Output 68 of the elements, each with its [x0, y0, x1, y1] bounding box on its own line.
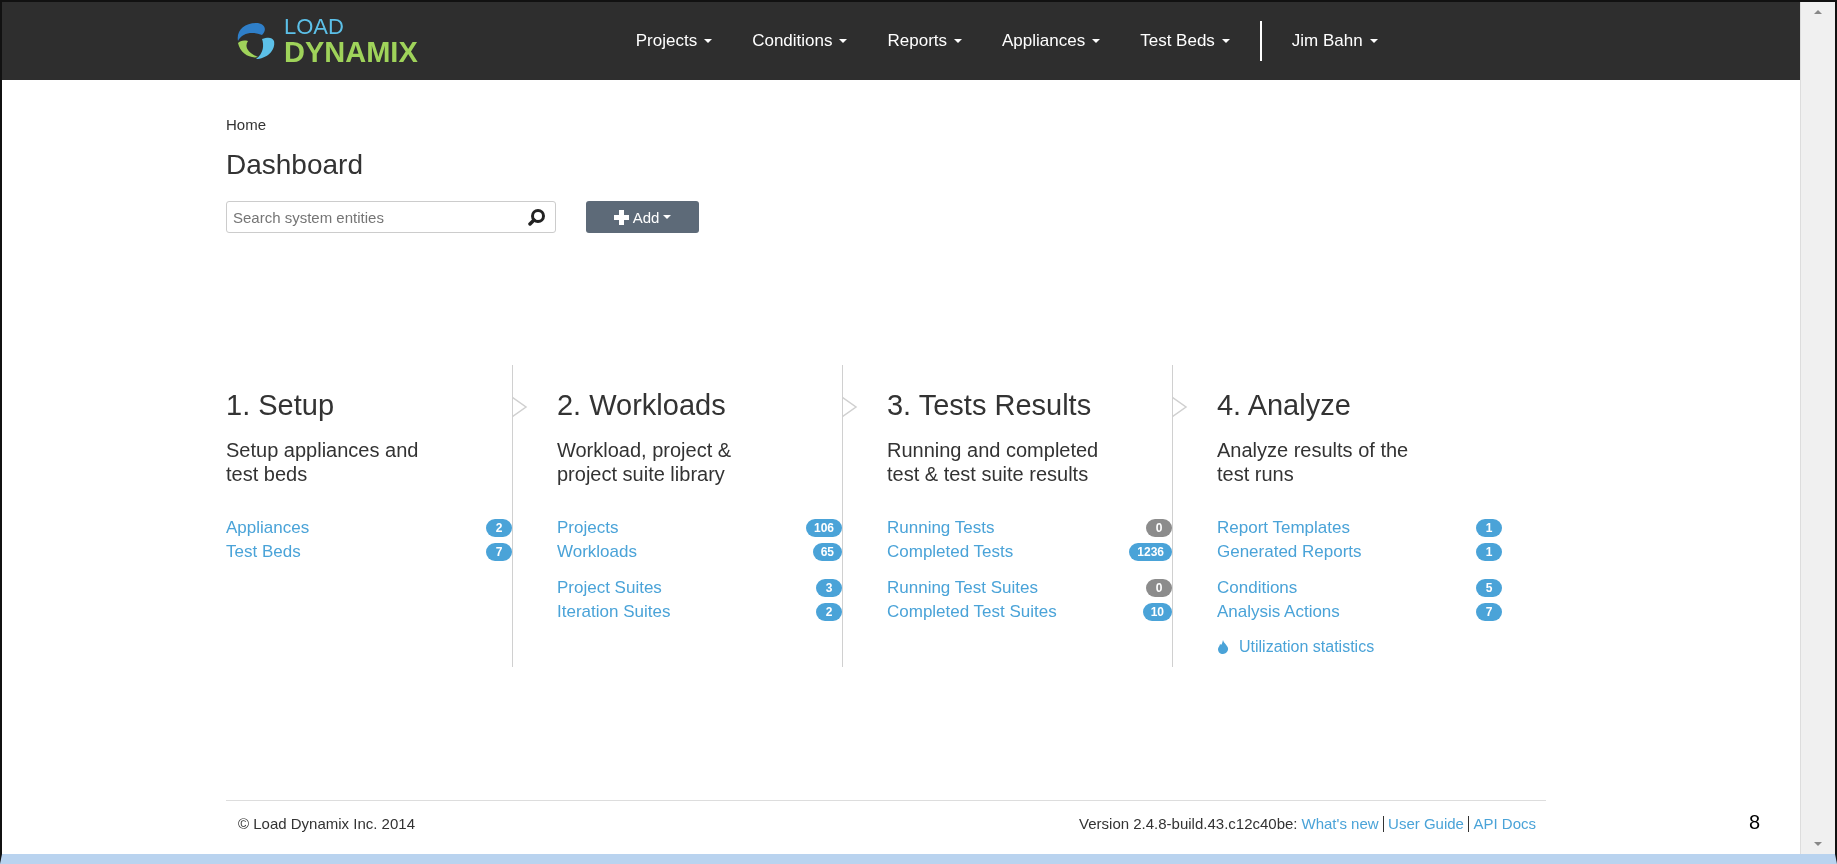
entity-link[interactable]: Completed Test Suites [887, 602, 1057, 622]
count-badge: 0 [1146, 579, 1172, 597]
utilization-link[interactable]: Utilization statistics [1217, 638, 1375, 656]
count-badge: 3 [816, 579, 842, 597]
search-icon[interactable] [528, 208, 546, 226]
entity-link[interactable]: Iteration Suites [557, 602, 671, 622]
scroll-down-icon[interactable] [1814, 842, 1822, 846]
caret-icon [1092, 39, 1101, 43]
step-description: Analyze results of the test runs [1217, 438, 1410, 486]
footer-link[interactable]: User Guide [1388, 815, 1464, 832]
count-badge: 10 [1142, 603, 1172, 621]
count-badge: 65 [812, 543, 842, 561]
step-heading: 4. Analyze [1217, 389, 1351, 422]
entity-link[interactable]: Report Templates [1217, 518, 1350, 538]
entity-link[interactable]: Workloads [557, 542, 637, 562]
count-badge: 2 [816, 603, 842, 621]
step-description: Setup appliances and test beds [226, 438, 420, 486]
step-heading: 1. Setup [226, 389, 335, 422]
entity-link[interactable]: Analysis Actions [1217, 602, 1340, 622]
nav-menu-link[interactable]: Conditions [732, 31, 868, 51]
footer-link[interactable]: API Docs [1473, 815, 1536, 832]
version-text: Version 2.4.8-build.43.c12c40be: [1079, 815, 1298, 832]
nav-menu-link[interactable]: Projects [615, 31, 733, 51]
caret-icon [704, 39, 713, 43]
entity-link[interactable]: Test Beds [226, 542, 301, 562]
page-number: 8 [1748, 811, 1760, 834]
entity-link[interactable]: Appliances [226, 518, 310, 538]
scrollbar[interactable] [1800, 2, 1835, 854]
step-description: Workload, project & project suite library [557, 438, 733, 486]
logo-text: LOAD [284, 15, 345, 38]
step-heading: 3. Tests Results [887, 389, 1092, 422]
entity-link[interactable]: Generated Reports [1217, 542, 1362, 562]
nav-menu-link[interactable]: Reports [867, 31, 982, 51]
nav-menu-link[interactable]: Appliances [982, 31, 1121, 51]
count-badge: 5 [1476, 579, 1502, 597]
caret-icon [663, 215, 672, 219]
entity-link[interactable]: Projects [557, 518, 619, 538]
entity-link[interactable]: Running Tests [887, 518, 995, 538]
scroll-up-icon[interactable] [1814, 10, 1822, 14]
caret-icon [839, 39, 848, 43]
step-heading: 2. Workloads [557, 389, 726, 422]
page-title: Dashboard [226, 149, 364, 181]
count-badge: 106 [805, 519, 842, 537]
count-badge: 7 [1476, 603, 1502, 621]
add-button[interactable]: Add [586, 201, 699, 233]
copyright-text: © Load Dynamix Inc. 2014 [238, 815, 415, 832]
count-badge: 0 [1146, 519, 1172, 537]
caret-icon [1369, 39, 1378, 43]
entity-link[interactable]: Running Test Suites [887, 578, 1038, 598]
entity-link[interactable]: Project Suites [557, 578, 662, 598]
count-badge: 7 [486, 543, 512, 561]
search-field[interactable]: Search system entities [226, 201, 556, 233]
entity-link[interactable]: Completed Tests [887, 542, 1014, 562]
count-badge: 1 [1476, 519, 1502, 537]
breadcrumb[interactable]: Home [226, 116, 1546, 133]
caret-icon [954, 39, 962, 43]
logo-text: DYNAMIX [284, 37, 418, 67]
count-badge: 1236 [1129, 543, 1172, 561]
nav-menu-link[interactable]: Test Beds [1120, 31, 1250, 51]
plus-icon [613, 209, 629, 225]
user-menu-link[interactable]: Jim Bahn [1271, 31, 1398, 51]
footer-link[interactable]: What's new [1301, 815, 1379, 832]
step-description: Running and completed test & test suite results [887, 438, 1100, 486]
caret-icon [1221, 39, 1230, 43]
entity-link[interactable]: Conditions [1217, 578, 1298, 598]
count-badge: 2 [486, 519, 512, 537]
count-badge: 1 [1476, 543, 1502, 561]
flame-icon [1217, 640, 1229, 654]
